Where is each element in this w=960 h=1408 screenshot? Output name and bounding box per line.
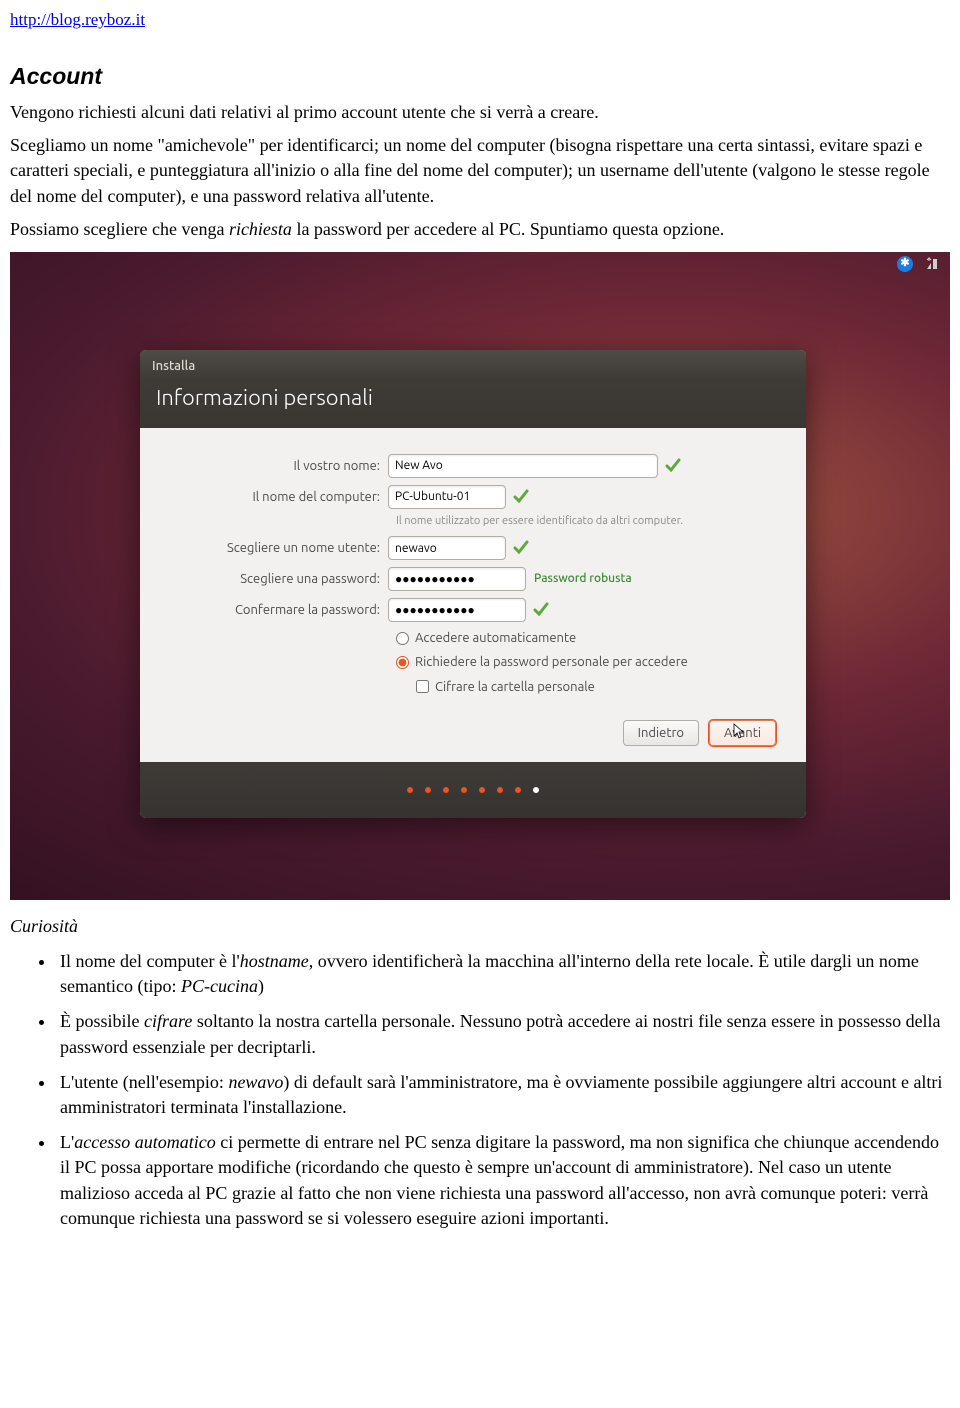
desktop-topbar: ✱ [896, 252, 950, 276]
window-body: Il vostro nome: Il nome del computer: Il… [140, 428, 806, 762]
list-item: L'accesso automatico ci permette di entr… [56, 1130, 950, 1231]
button-row: Indietro Avanti [170, 720, 776, 746]
list-item: Il nome del computer è l'hostname, ovver… [56, 949, 950, 999]
italic-word: accesso automatico [74, 1132, 215, 1152]
radio-auto-login-input[interactable] [396, 632, 409, 645]
text-part: Possiamo scegliere che venga [10, 219, 229, 239]
curiosita-list: Il nome del computer è l'hostname, ovver… [10, 949, 950, 1231]
row-password: Scegliere una password: Password robusta [170, 567, 776, 591]
computer-name-helper: Il nome utilizzato per essere identifica… [396, 514, 776, 529]
input-username[interactable] [388, 536, 506, 560]
row-your-name: Il vostro nome: [170, 454, 776, 478]
progress-dot-active [533, 787, 539, 793]
checkbox-encrypt-home[interactable]: Cifrare la cartella personale [416, 678, 776, 696]
input-computer-name[interactable] [388, 485, 506, 509]
progress-dot [443, 787, 449, 793]
italic-word: cifrare [144, 1011, 192, 1031]
text-part: L'utente (nell'esempio: [60, 1072, 228, 1092]
row-computer-name: Il nome del computer: [170, 485, 776, 509]
progress-dot [479, 787, 485, 793]
description-paragraph: Scegliamo un nome "amichevole" per ident… [10, 133, 950, 209]
next-button[interactable]: Avanti [709, 720, 776, 746]
label-password: Scegliere una password: [170, 570, 388, 588]
checkbox-encrypt-home-label: Cifrare la cartella personale [435, 678, 595, 696]
list-item: È possibile cifrare soltanto la nostra c… [56, 1009, 950, 1059]
progress-dot [425, 787, 431, 793]
label-confirm-password: Confermare la password: [170, 601, 388, 619]
row-confirm-password: Confermare la password: [170, 598, 776, 622]
checkmark-icon [512, 539, 530, 557]
text-part: soltanto la nostra cartella personale. N… [60, 1011, 941, 1056]
italic-word: newavo [228, 1072, 283, 1092]
text-part: ) [258, 976, 264, 996]
installer-window: Installa Informazioni personali Il vostr… [140, 350, 806, 818]
password-strength-label: Password robusta [534, 571, 632, 588]
list-item: L'utente (nell'esempio: newavo) di defau… [56, 1070, 950, 1120]
progress-dot [515, 787, 521, 793]
progress-dot [461, 787, 467, 793]
label-computer-name: Il nome del computer: [170, 488, 388, 506]
input-confirm-password[interactable] [388, 598, 526, 622]
subheading-curiosita: Curiosità [10, 914, 950, 939]
input-your-name[interactable] [388, 454, 658, 478]
option-paragraph: Possiamo scegliere che venga richiesta l… [10, 217, 950, 242]
checkmark-icon [532, 601, 550, 619]
italic-word: richiesta [229, 219, 292, 239]
intro-paragraph: Vengono richiesti alcuni dati relativi a… [10, 100, 950, 125]
text-part: L' [60, 1132, 74, 1152]
ubuntu-installer-screenshot: ✱ Installa Informazioni personali Il vos… [10, 252, 950, 900]
window-header: Informazioni personali [140, 379, 806, 428]
italic-word: PC-cucina [181, 976, 258, 996]
network-icon [924, 255, 942, 273]
italic-word: hostname [240, 951, 309, 971]
radio-auto-login-label: Accedere automaticamente [415, 629, 576, 647]
label-your-name: Il vostro nome: [170, 457, 388, 475]
text-part: Il nome del computer è l' [60, 951, 240, 971]
progress-dot [497, 787, 503, 793]
checkmark-icon [664, 457, 682, 475]
progress-dot [407, 787, 413, 793]
text-part: la password per accedere al PC. Spuntiam… [292, 219, 724, 239]
section-heading-account: Account [10, 60, 950, 92]
window-titlebar: Installa [140, 350, 806, 379]
back-button[interactable]: Indietro [623, 720, 699, 746]
radio-auto-login[interactable]: Accedere automaticamente [396, 629, 776, 647]
checkmark-icon [512, 488, 530, 506]
row-username: Scegliere un nome utente: [170, 536, 776, 560]
accessibility-icon: ✱ [896, 255, 914, 273]
input-password[interactable] [388, 567, 526, 591]
checkbox-encrypt-home-input[interactable] [416, 680, 429, 693]
radio-require-password-input[interactable] [396, 656, 409, 669]
source-url: http://blog.reyboz.it [10, 8, 950, 32]
text-part: È possibile [60, 1011, 144, 1031]
window-footer-dots [140, 762, 806, 818]
radio-require-password-label: Richiedere la password personale per acc… [415, 653, 688, 671]
radio-require-password[interactable]: Richiedere la password personale per acc… [396, 653, 776, 671]
label-username: Scegliere un nome utente: [170, 539, 388, 557]
